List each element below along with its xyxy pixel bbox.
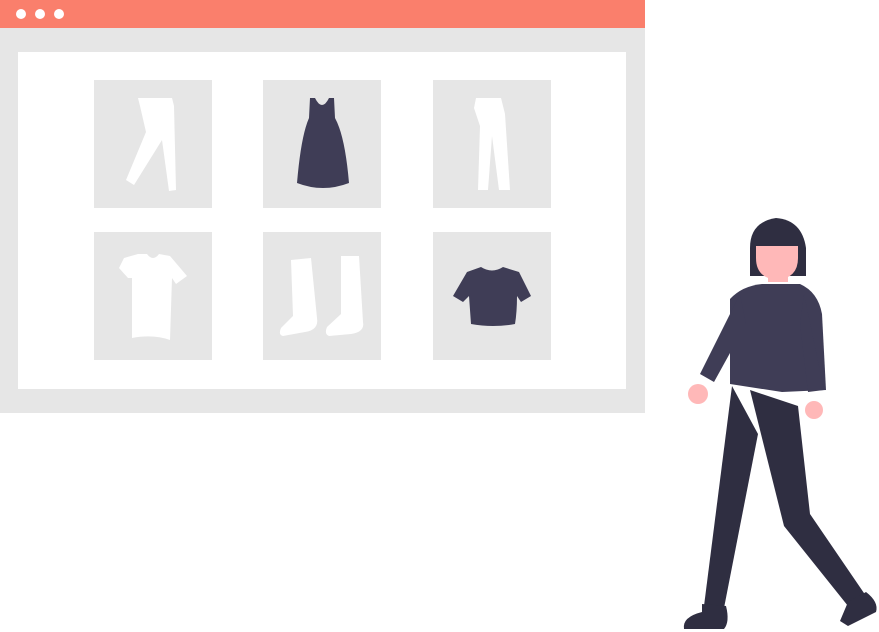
person-right-hand	[805, 401, 823, 419]
browser-window	[0, 0, 645, 413]
product-tile-trousers[interactable]	[433, 80, 551, 208]
shopper-illustration	[683, 218, 877, 629]
person-left-leg	[704, 386, 758, 608]
person-right-leg	[750, 390, 866, 606]
product-tile-boots[interactable]	[263, 232, 381, 360]
person-left-shoe	[683, 604, 728, 629]
person-left-hand	[688, 384, 708, 404]
dress-icon	[297, 98, 349, 188]
product-tile-pants[interactable]	[94, 80, 212, 208]
window-control-dot[interactable]	[35, 9, 45, 19]
product-tile-crop-top[interactable]	[433, 232, 551, 360]
window-control-dot[interactable]	[16, 9, 26, 19]
product-grid	[18, 52, 626, 389]
tshirt-icon	[119, 254, 187, 340]
pants-icon	[126, 98, 176, 191]
product-tile-tshirt[interactable]	[94, 232, 212, 360]
crop-top-icon	[453, 267, 531, 326]
window-control-dot[interactable]	[54, 9, 64, 19]
boots-icon	[279, 256, 364, 336]
browser-titlebar	[0, 0, 645, 28]
trousers-icon	[474, 98, 510, 190]
product-tile-dress[interactable]	[263, 80, 381, 208]
